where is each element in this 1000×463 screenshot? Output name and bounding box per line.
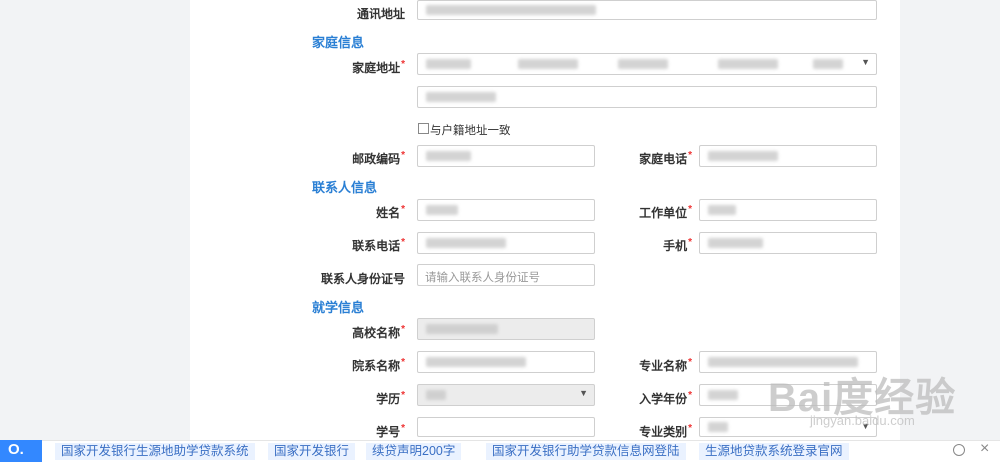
student-id-label: 学号* [376,423,405,439]
university-label: 高校名称* [352,324,405,340]
major-label: 专业名称* [639,357,692,373]
university-input[interactable] [417,318,595,340]
mailing-address-label: 通讯地址 [356,7,405,21]
mailing-address-input[interactable] [417,0,877,20]
related-tag[interactable]: 国家开发银行 [268,443,356,460]
contact-phone-label: 联系电话* [352,237,405,253]
home-address-label: 家庭地址* [352,59,405,75]
related-tag[interactable]: 国家开发银行助学贷款信息网登陆 [486,443,686,460]
home-address-select[interactable]: ▼ [417,53,877,75]
mobile-label: 手机* [663,237,692,253]
mobile-input[interactable] [699,232,877,254]
contact-name-label: 姓名* [376,204,405,220]
department-label: 院系名称* [352,357,405,373]
enroll-year-label: 入学年份* [639,390,692,406]
contact-id-input[interactable]: 请输入联系人身份证号 [417,264,595,286]
home-address-detail-input[interactable] [417,86,877,108]
postal-code-input[interactable] [417,145,595,167]
section-contact-info: 联系人信息 [312,180,378,195]
education-select[interactable]: ▼ [417,384,595,406]
major-category-label: 专业类别* [639,423,692,439]
same-as-hukou-label: 与户籍地址一致 [430,125,511,137]
contact-name-input[interactable] [417,199,595,221]
contact-id-label: 联系人身份证号 [320,272,405,286]
department-input[interactable] [417,351,595,373]
watermark-url: jingyan.baidu.com [810,413,915,428]
related-tag[interactable]: 国家开发银行生源地助学贷款系统 [55,443,255,460]
same-as-hukou-checkbox[interactable] [418,123,429,134]
related-tag[interactable]: 生源地贷款系统登录官网 [699,443,849,460]
education-label: 学历* [376,390,405,406]
search-logo-icon[interactable]: O. [0,440,42,462]
home-phone-label: 家庭电话* [639,150,692,166]
home-phone-input[interactable] [699,145,877,167]
contact-phone-input[interactable] [417,232,595,254]
section-study-info: 就学信息 [312,300,365,315]
related-tag[interactable]: 续贷声明200字 [366,443,462,460]
close-icon[interactable]: × [980,440,989,458]
settings-icon[interactable] [953,444,965,456]
postal-code-label: 邮政编码* [352,150,405,166]
section-family-info: 家庭信息 [312,35,365,50]
chevron-down-icon: ▼ [861,57,870,67]
chevron-down-icon: ▼ [579,388,588,398]
student-id-input[interactable] [417,417,595,437]
work-unit-label: 工作单位* [639,204,692,220]
work-unit-input[interactable] [699,199,877,221]
contact-id-placeholder: 请输入联系人身份证号 [425,272,540,284]
